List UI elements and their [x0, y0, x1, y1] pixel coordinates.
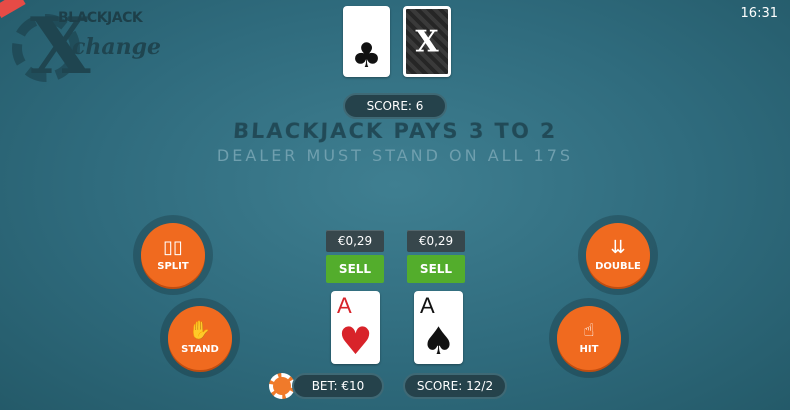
hand-2-sell-button[interactable]: SELL: [407, 255, 465, 283]
stand-label: STAND: [181, 343, 219, 355]
card-rank: A: [420, 293, 435, 318]
bet-text: BET: €10: [311, 379, 365, 393]
double-label: DOUBLE: [595, 260, 641, 272]
table-pays-text: BLACKJACK PAYS 3 TO 2: [232, 119, 558, 143]
game-logo: X BLACKJACK change: [0, 0, 161, 102]
player-score-text: SCORE: 12/2: [416, 379, 494, 393]
hand-1-sell-button[interactable]: SELL: [326, 255, 384, 283]
hand-1-price-text: €0,29: [337, 234, 373, 248]
dealer-score-text: SCORE: 6: [366, 99, 424, 113]
stand-button-ring: ✋ STAND: [160, 298, 240, 378]
dealer-score: SCORE: 6: [343, 93, 447, 119]
split-label: SPLIT: [157, 260, 189, 272]
dealer-card-face-down: X: [403, 6, 451, 77]
corner-ribbon: [0, 0, 26, 19]
double-button-ring: ⇊ DOUBLE: [578, 215, 658, 295]
hit-button-ring: ☝ HIT: [549, 298, 629, 378]
tap-hand-icon: ☝: [583, 319, 595, 341]
hand-2-price-text: €0,29: [418, 234, 454, 248]
split-button-ring: ▯▯ SPLIT: [133, 215, 213, 295]
double-button[interactable]: ⇊ DOUBLE: [586, 223, 650, 287]
hand-2-sell-label: SELL: [419, 262, 453, 276]
logo-change-text: change: [72, 34, 162, 60]
stand-button[interactable]: ✋ STAND: [168, 306, 232, 370]
hand-1-sell-label: SELL: [338, 262, 372, 276]
logo-blackjack-text: BLACKJACK: [58, 10, 143, 26]
hand-1-sell-price: €0,29: [326, 230, 384, 252]
player-card-2: A ♠: [414, 291, 463, 364]
hand-icon: ✋: [188, 319, 212, 341]
card-rank: A: [337, 293, 352, 318]
double-chevron-down-icon: ⇊: [610, 236, 626, 258]
player-card-1: A ♥: [331, 291, 380, 364]
table-rule-text: DEALER MUST STAND ON ALL 17S: [216, 146, 574, 165]
card-back-logo-icon: X: [415, 24, 439, 59]
dealer-card-1: 6 ♣: [343, 6, 390, 77]
card-rank: 6: [349, 8, 362, 33]
spade-suit-icon: ♠: [421, 319, 456, 363]
hit-button[interactable]: ☝ HIT: [557, 306, 621, 370]
hit-label: HIT: [579, 343, 599, 355]
heart-suit-icon: ♥: [338, 319, 373, 363]
player-score: SCORE: 12/2: [403, 373, 507, 399]
hand-2-sell-price: €0,29: [407, 230, 465, 252]
club-suit-icon: ♣: [351, 36, 382, 76]
status-time: 16:31: [740, 6, 778, 21]
cards-icon: ▯▯: [163, 236, 183, 258]
bet-display: BET: €10: [292, 373, 384, 399]
split-button[interactable]: ▯▯ SPLIT: [141, 223, 205, 287]
